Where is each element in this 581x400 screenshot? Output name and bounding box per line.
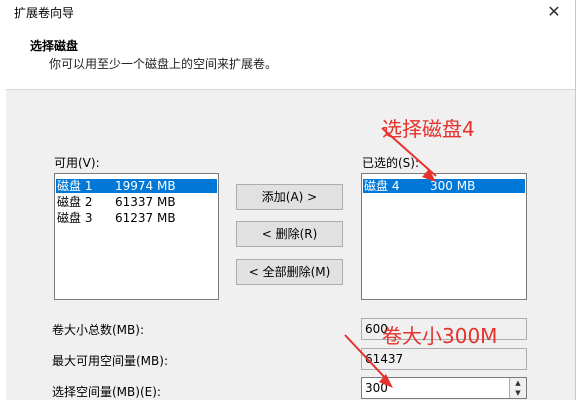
extend-volume-wizard: 扩展卷向导 ✕ 选择磁盘 你可以用至少一个磁盘上的空间来扩展卷。 可用(V): … bbox=[6, 0, 575, 400]
arrow-head-icon bbox=[379, 374, 393, 388]
annotation-volume-size: 卷大小300M bbox=[382, 324, 498, 348]
arrow-head-icon bbox=[422, 169, 436, 182]
background-window-edge-right bbox=[575, 0, 581, 400]
annotation-select-disk: 选择磁盘4 bbox=[382, 117, 475, 141]
